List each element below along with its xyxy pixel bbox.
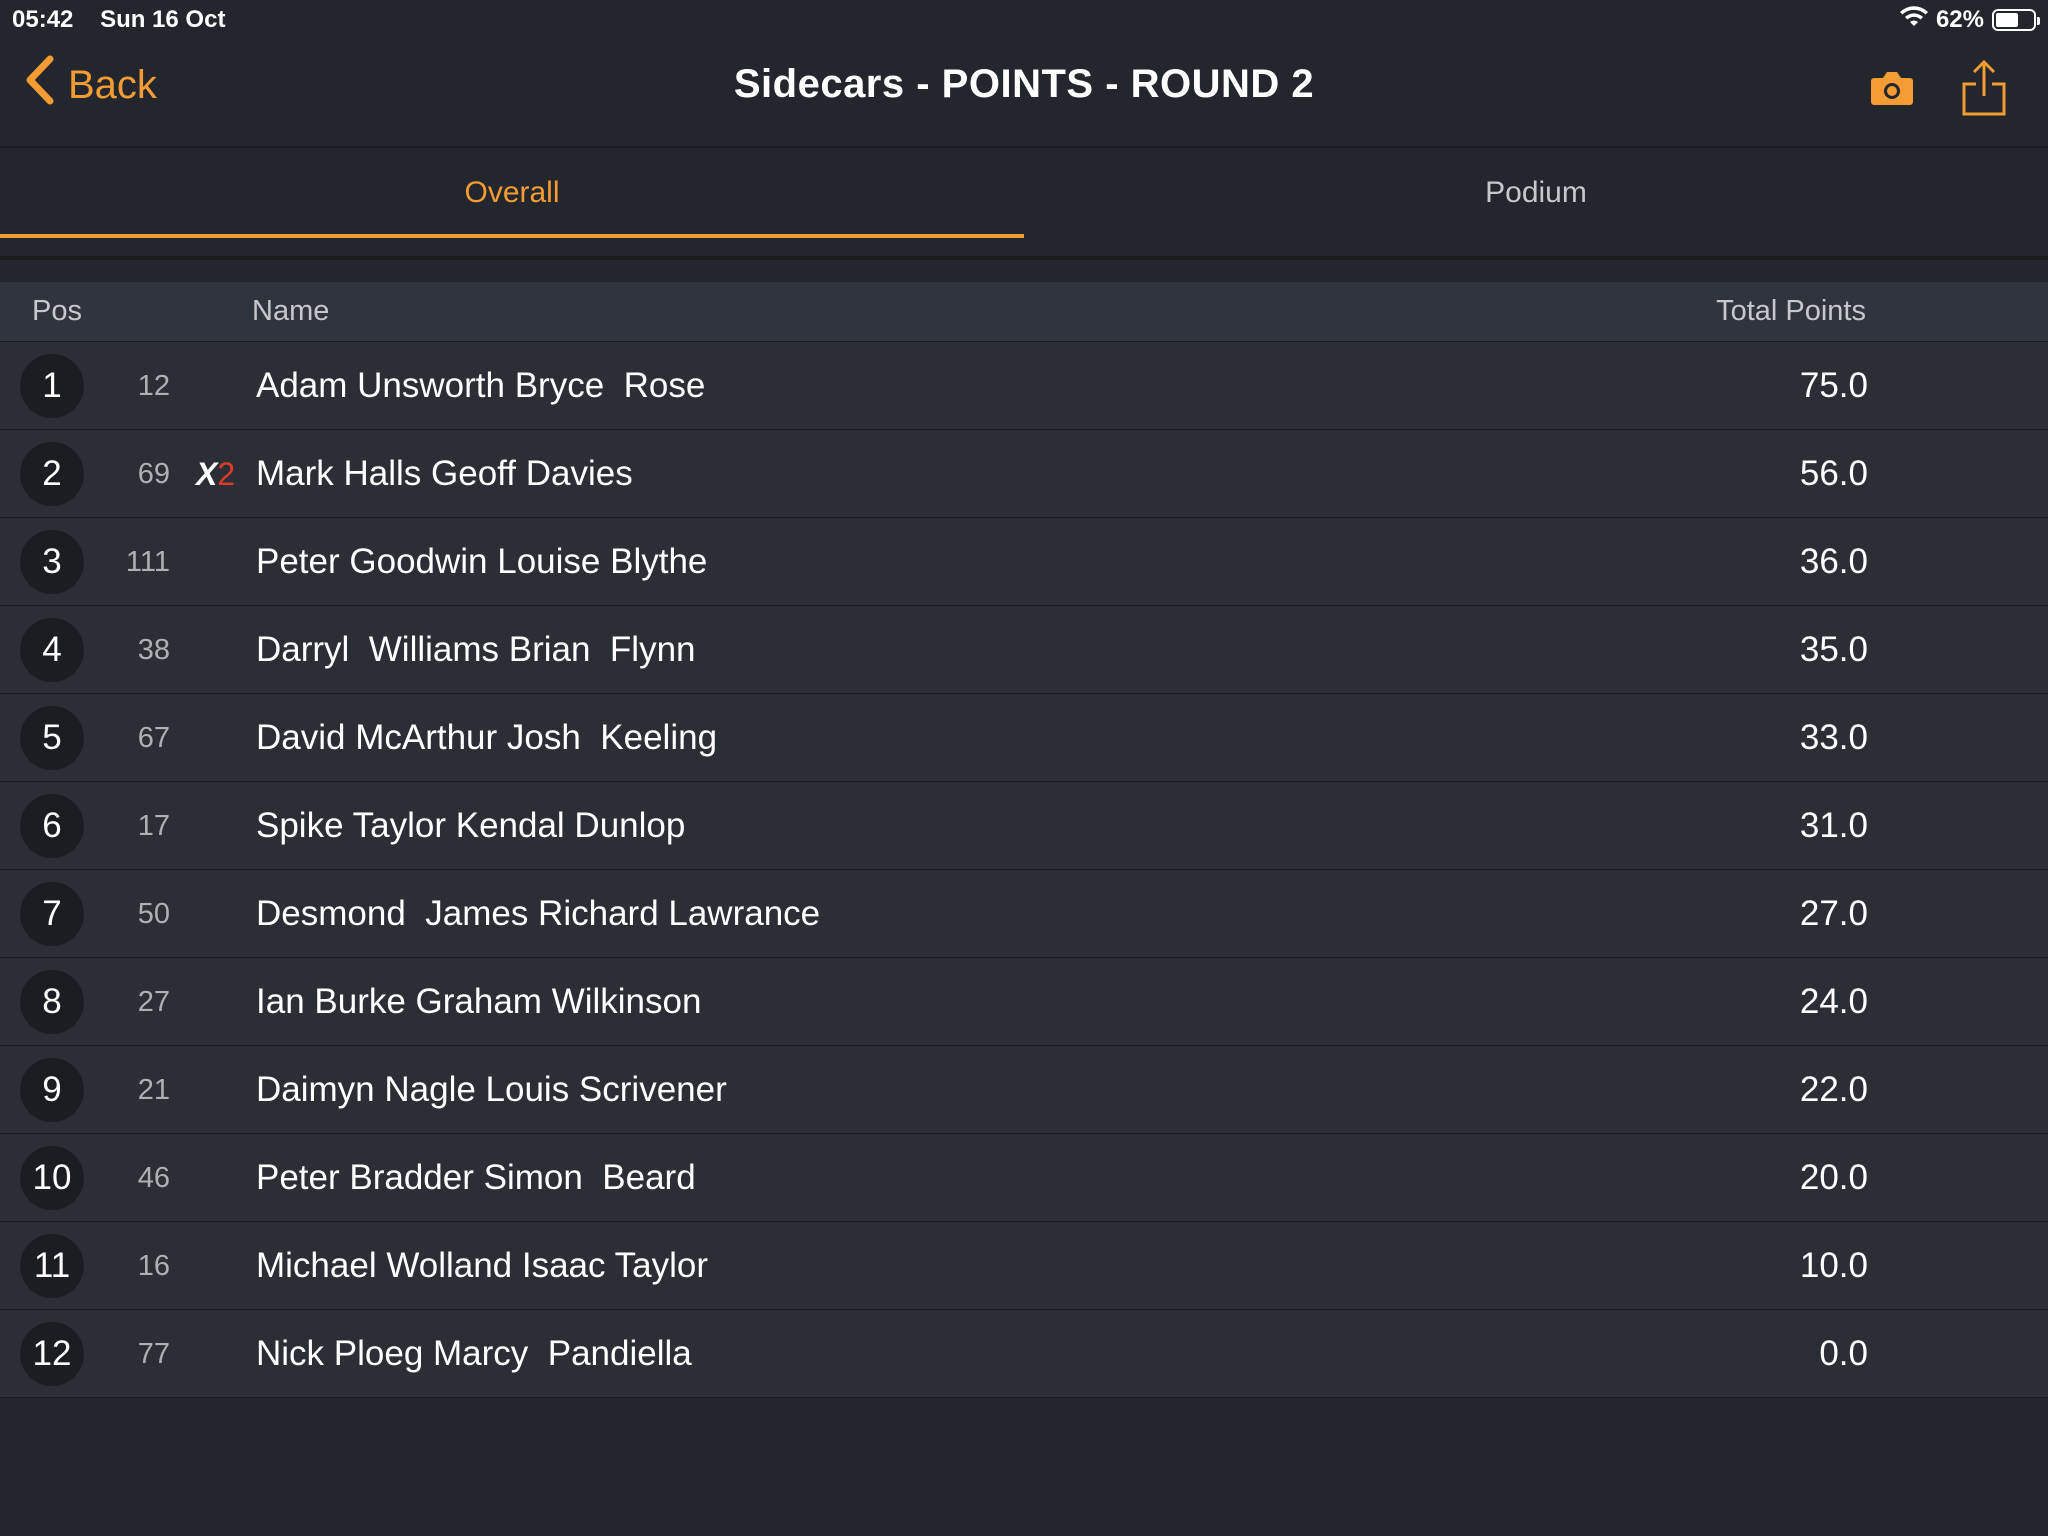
race-number: 12: [137, 369, 170, 402]
table-row[interactable]: 1 12 Adam Unsworth Bryce Rose 75.0: [0, 342, 2048, 430]
race-number: 111: [125, 545, 170, 578]
table-row[interactable]: 8 27 Ian Burke Graham Wilkinson 24.0: [0, 958, 2048, 1046]
race-number: 21: [137, 1073, 170, 1106]
total-points: 22.0: [1799, 1070, 1868, 1109]
tab-overall[interactable]: Overall: [0, 150, 1024, 256]
position-badge: 4: [20, 618, 84, 682]
race-number: 27: [137, 985, 170, 1018]
battery-percentage: 62%: [1935, 6, 1984, 33]
total-points: 75.0: [1799, 366, 1868, 405]
status-date: Sun 16 Oct: [100, 6, 226, 33]
total-points: 33.0: [1799, 718, 1868, 757]
total-points: 56.0: [1799, 454, 1868, 493]
results-table: Pos Name Total Points 1 12 Adam Unsworth B…: [0, 282, 2048, 1398]
x2-badge-x: X: [196, 455, 218, 492]
wifi-icon: [1899, 5, 1928, 35]
table-header: Pos Name Total Points: [0, 282, 2048, 342]
camera-icon: [1870, 72, 1914, 110]
battery-icon: [1992, 9, 2040, 31]
position-badge: 1: [20, 354, 84, 418]
rider-names: Peter Bradder Simon Beard: [256, 1158, 696, 1197]
battery-fill: [1996, 13, 2019, 27]
tab-bar: Overall Podium: [0, 150, 2048, 260]
page-title: Sidecars - POINTS - ROUND 2: [733, 62, 1315, 106]
status-bar: 05:42 Sun 16 Oct 62%: [0, 0, 2048, 40]
status-right: 62%: [1899, 5, 2040, 35]
position-badge: 7: [20, 882, 84, 946]
position-badge: 6: [20, 794, 84, 858]
rider-names: Darryl Williams Brian Flynn: [256, 630, 696, 669]
race-number: 67: [137, 721, 170, 754]
status-left: 05:42 Sun 16 Oct: [12, 6, 245, 34]
table-row[interactable]: 4 38 Darryl Williams Brian Flynn 35.0: [0, 606, 2048, 694]
table-row[interactable]: 5 67 David McArthur Josh Keeling 33.0: [0, 694, 2048, 782]
position-badge: 9: [20, 1058, 84, 1122]
total-points: 0.0: [1819, 1334, 1868, 1373]
total-points: 35.0: [1799, 630, 1868, 669]
total-points: 27.0: [1799, 894, 1868, 933]
total-points: 31.0: [1799, 806, 1868, 845]
race-number: 46: [137, 1161, 170, 1194]
rider-names: Peter Goodwin Louise Blythe: [256, 542, 708, 581]
rider-names: Desmond James Richard Lawrance: [256, 894, 821, 933]
rider-names: Nick Ploeg Marcy Pandiella: [256, 1334, 692, 1373]
camera-button[interactable]: [1870, 70, 1914, 111]
rider-names: David McArthur Josh Keeling: [256, 718, 718, 757]
table-row[interactable]: 10 46 Peter Bradder Simon Beard 20.0: [0, 1134, 2048, 1222]
table-row[interactable]: 2 69 X 2 Mark Halls Geoff Davies 56.0: [0, 430, 2048, 518]
header-total-points: Total Points: [1716, 295, 1866, 327]
header-name: Name: [252, 295, 330, 327]
position-badge: 3: [20, 530, 84, 594]
race-number: 77: [137, 1337, 170, 1370]
total-points: 20.0: [1799, 1158, 1868, 1197]
total-points: 36.0: [1799, 542, 1868, 581]
header-pos: Pos: [32, 295, 82, 327]
table-row[interactable]: 6 17 Spike Taylor Kendal Dunlop 31.0: [0, 782, 2048, 870]
table-row[interactable]: 11 16 Michael Wolland Isaac Taylor 10.0: [0, 1222, 2048, 1310]
table-row[interactable]: 12 77 Nick Ploeg Marcy Pandiella 0.0: [0, 1310, 2048, 1398]
race-number: 69: [137, 457, 170, 490]
tab-podium[interactable]: Podium: [1024, 150, 2048, 256]
rider-names: Spike Taylor Kendal Dunlop: [256, 806, 686, 845]
rider-names: Ian Burke Graham Wilkinson: [256, 982, 702, 1021]
rider-names: Mark Halls Geoff Davies: [256, 454, 633, 493]
position-badge: 10: [20, 1146, 84, 1210]
table-row[interactable]: 9 21 Daimyn Nagle Louis Scrivener 22.0: [0, 1046, 2048, 1134]
total-points: 10.0: [1799, 1246, 1868, 1285]
status-time: 05:42: [12, 6, 74, 33]
rider-names: Daimyn Nagle Louis Scrivener: [256, 1070, 727, 1109]
race-number: 38: [137, 633, 170, 666]
x2-badge-2: 2: [217, 455, 236, 492]
race-number: 17: [137, 809, 170, 842]
table-row[interactable]: 7 50 Desmond James Richard Lawrance 27.0: [0, 870, 2048, 958]
position-badge: 5: [20, 706, 84, 770]
table-body: 1 12 Adam Unsworth Bryce Rose 75.0 2 69 X 2 Mark…: [0, 342, 2048, 1398]
table-row[interactable]: 3 111 Peter Goodwin Louise Blythe 36.0: [0, 518, 2048, 606]
share-icon: [1962, 59, 2006, 120]
share-button[interactable]: [1962, 59, 2006, 121]
rider-names: Adam Unsworth Bryce Rose: [256, 366, 706, 405]
race-number: 16: [137, 1249, 170, 1282]
position-badge: 8: [20, 970, 84, 1034]
navigation-bar: Back Sidecars - POINTS - ROUND 2: [0, 40, 2048, 148]
race-number: 50: [137, 897, 170, 930]
position-badge: 2: [20, 442, 84, 506]
rider-names: Michael Wolland Isaac Taylor: [256, 1246, 708, 1285]
position-badge: 11: [20, 1234, 84, 1298]
total-points: 24.0: [1799, 982, 1868, 1021]
position-badge: 12: [20, 1322, 84, 1386]
x2-class-badge: X2: [196, 430, 235, 518]
